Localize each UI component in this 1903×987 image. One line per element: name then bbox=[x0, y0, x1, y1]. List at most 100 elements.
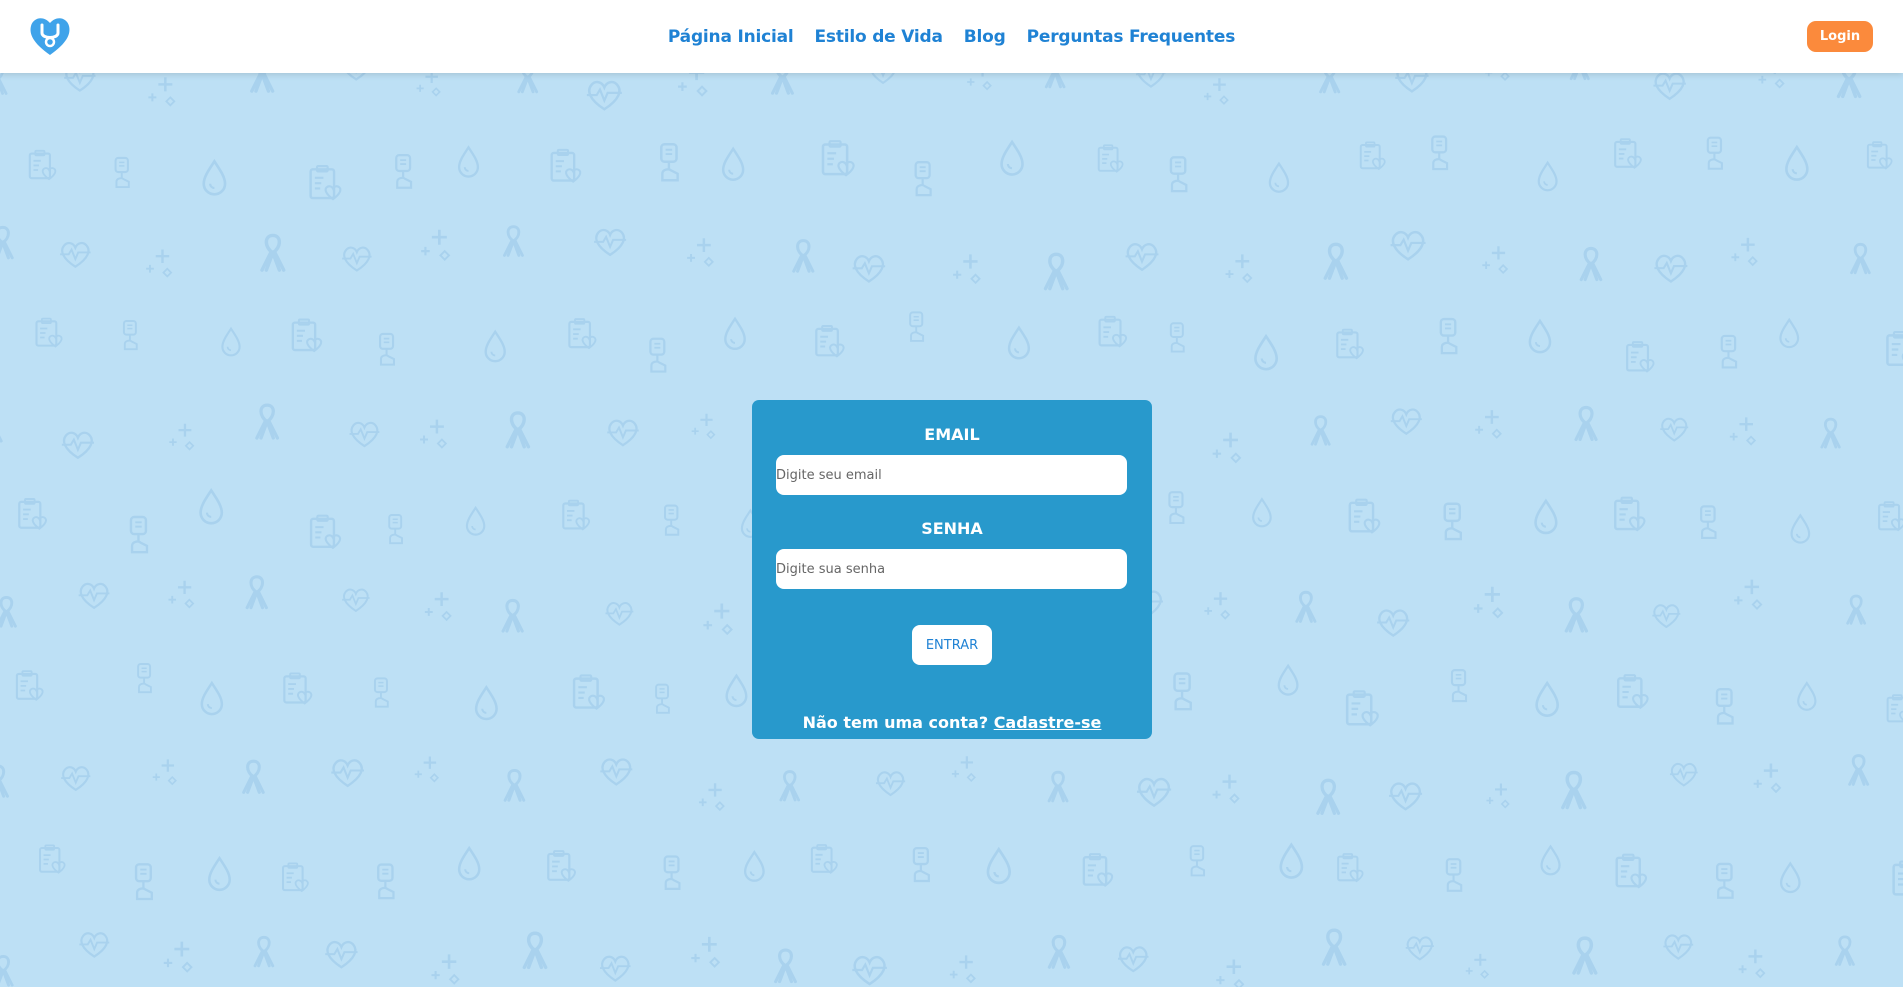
glucose-meter-icon bbox=[1169, 322, 1185, 353]
blood-drop-icon bbox=[474, 686, 498, 721]
plus-sparkle-icon bbox=[1728, 416, 1757, 446]
clipboard-heart-icon bbox=[1615, 853, 1648, 889]
awareness-ribbon-icon bbox=[1564, 597, 1589, 633]
plus-sparkle-icon bbox=[144, 248, 173, 278]
glucose-meter-icon bbox=[912, 846, 930, 883]
heart-pulse-icon bbox=[78, 932, 111, 958]
heart-pulse-icon bbox=[1651, 604, 1682, 628]
awareness-ribbon-icon bbox=[1295, 590, 1317, 623]
nav-link-home[interactable]: Página Inicial bbox=[668, 27, 794, 47]
plus-sparkle-icon bbox=[685, 236, 714, 268]
awareness-ribbon-icon bbox=[503, 225, 524, 257]
clipboard-heart-icon bbox=[1359, 141, 1386, 171]
blood-drop-icon bbox=[1779, 318, 1800, 349]
heart-pulse-icon bbox=[1659, 417, 1690, 442]
heart-pulse-icon bbox=[606, 419, 640, 447]
plus-sparkle-icon bbox=[1481, 245, 1509, 274]
nav-link-lifestyle[interactable]: Estilo de Vida bbox=[815, 27, 943, 47]
blood-drop-icon bbox=[721, 147, 745, 181]
glucose-meter-icon bbox=[663, 855, 681, 891]
awareness-ribbon-icon bbox=[0, 955, 14, 987]
email-input[interactable] bbox=[776, 455, 1127, 495]
clipboard-heart-icon bbox=[291, 318, 323, 353]
heart-pulse-icon bbox=[1387, 782, 1424, 811]
awareness-ribbon-icon bbox=[1316, 778, 1341, 815]
glucose-meter-icon bbox=[377, 863, 395, 900]
email-label: EMAIL bbox=[924, 425, 980, 444]
heart-pulse-icon bbox=[604, 602, 635, 626]
heart-pulse-icon bbox=[585, 80, 624, 111]
signup-link[interactable]: Cadastre-se bbox=[994, 713, 1102, 732]
nav-link-faq[interactable]: Perguntas Frequentes bbox=[1027, 27, 1236, 47]
blood-drop-icon bbox=[457, 846, 481, 881]
glucose-meter-icon bbox=[388, 513, 404, 545]
blood-drop-icon bbox=[457, 146, 480, 178]
clipboard-heart-icon bbox=[1886, 330, 1903, 368]
glucose-meter-icon bbox=[1450, 669, 1468, 703]
clipboard-heart-icon bbox=[1337, 852, 1364, 883]
glucose-meter-icon bbox=[1189, 845, 1206, 877]
heart-pulse-icon bbox=[1135, 777, 1173, 807]
glucose-meter-icon bbox=[114, 156, 130, 189]
awareness-ribbon-icon bbox=[242, 759, 265, 794]
heart-pulse-icon bbox=[1116, 946, 1150, 973]
login-button[interactable]: Login bbox=[1807, 21, 1873, 52]
plus-sparkle-icon bbox=[147, 76, 176, 107]
blood-drop-icon bbox=[1535, 681, 1559, 718]
heart-pulse-icon bbox=[1668, 762, 1699, 787]
awareness-ribbon-icon bbox=[1579, 246, 1603, 282]
plus-sparkle-icon bbox=[1472, 585, 1504, 619]
blood-drop-icon bbox=[1007, 326, 1031, 360]
clipboard-heart-icon bbox=[562, 499, 591, 531]
clipboard-heart-icon bbox=[15, 670, 44, 701]
plus-sparkle-icon bbox=[1464, 952, 1490, 979]
heart-stethoscope-logo-icon[interactable] bbox=[27, 12, 73, 58]
glucose-meter-icon bbox=[1431, 135, 1449, 171]
clipboard-heart-icon bbox=[1348, 498, 1381, 534]
clipboard-heart-icon bbox=[1614, 138, 1642, 169]
clipboard-heart-icon bbox=[1097, 144, 1124, 173]
heart-pulse-icon bbox=[1375, 609, 1411, 637]
clipboard-heart-icon bbox=[572, 674, 606, 710]
clipboard-heart-icon bbox=[309, 164, 342, 201]
clipboard-heart-icon bbox=[1336, 328, 1364, 360]
blood-drop-icon bbox=[1277, 664, 1299, 696]
glucose-meter-icon bbox=[1173, 672, 1192, 711]
heart-pulse-icon bbox=[324, 940, 359, 969]
plus-sparkle-icon bbox=[1732, 578, 1763, 610]
glucose-meter-icon bbox=[373, 677, 389, 708]
heart-pulse-icon bbox=[341, 588, 371, 612]
clipboard-heart-icon bbox=[39, 844, 66, 874]
heart-pulse-icon bbox=[348, 421, 381, 448]
glucose-meter-icon bbox=[1168, 491, 1185, 525]
clipboard-heart-icon bbox=[815, 324, 845, 358]
awareness-ribbon-icon bbox=[501, 598, 524, 633]
heart-pulse-icon bbox=[1124, 243, 1160, 271]
clipboard-heart-icon bbox=[309, 514, 342, 550]
glucose-meter-icon bbox=[655, 683, 670, 714]
plus-sparkle-icon bbox=[413, 755, 440, 783]
plus-sparkle-icon bbox=[1203, 590, 1231, 620]
plus-sparkle-icon bbox=[162, 940, 193, 973]
password-input[interactable] bbox=[776, 549, 1127, 589]
clipboard-heart-icon bbox=[1892, 860, 1903, 897]
awareness-ribbon-icon bbox=[792, 239, 815, 273]
glucose-meter-icon bbox=[1439, 317, 1458, 355]
clipboard-heart-icon bbox=[35, 317, 63, 348]
heart-pulse-icon bbox=[851, 255, 887, 283]
blood-drop-icon bbox=[1537, 161, 1558, 192]
nav-link-blog[interactable]: Blog bbox=[964, 27, 1006, 47]
awareness-ribbon-icon bbox=[1321, 928, 1347, 966]
glucose-meter-icon bbox=[122, 319, 138, 351]
awareness-ribbon-icon bbox=[1850, 242, 1871, 275]
clipboard-heart-icon bbox=[547, 849, 577, 882]
blood-drop-icon bbox=[202, 159, 227, 196]
heart-pulse-icon bbox=[341, 246, 373, 272]
password-label: SENHA bbox=[921, 519, 983, 538]
main-nav: Página Inicial Estilo de Vida Blog Pergu… bbox=[0, 0, 1903, 73]
plus-sparkle-icon bbox=[689, 935, 721, 968]
clipboard-heart-icon bbox=[550, 148, 582, 183]
submit-button[interactable]: ENTRAR bbox=[912, 625, 992, 665]
blood-drop-icon bbox=[725, 674, 748, 708]
plus-sparkle-icon bbox=[1214, 958, 1245, 987]
